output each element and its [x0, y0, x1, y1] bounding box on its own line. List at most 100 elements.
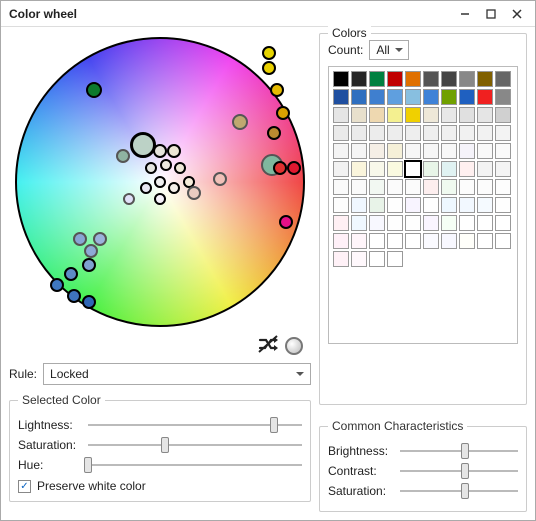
wheel-handle[interactable] — [167, 144, 181, 158]
wheel-handle[interactable] — [276, 106, 290, 120]
swatch[interactable] — [477, 197, 493, 213]
color-wheel[interactable] — [15, 37, 305, 327]
swatch[interactable] — [351, 251, 367, 267]
swatch[interactable] — [495, 143, 511, 159]
swatch[interactable] — [477, 71, 493, 87]
swatch[interactable] — [441, 197, 457, 213]
swatch[interactable] — [423, 71, 439, 87]
swatch[interactable] — [423, 125, 439, 141]
swatch[interactable] — [459, 215, 475, 231]
minimize-button[interactable] — [453, 5, 477, 23]
swatch[interactable] — [423, 233, 439, 249]
wheel-handle[interactable] — [123, 193, 135, 205]
wheel-handle[interactable] — [267, 126, 281, 140]
swatch[interactable] — [351, 179, 367, 195]
wheel-handle[interactable] — [270, 83, 284, 97]
swatch[interactable] — [333, 143, 349, 159]
swatch[interactable] — [369, 179, 385, 195]
wheel-handle[interactable] — [84, 244, 98, 258]
swatch[interactable] — [423, 89, 439, 105]
swatch[interactable] — [405, 161, 421, 177]
wheel-handle[interactable] — [174, 162, 186, 174]
swatch[interactable] — [495, 107, 511, 123]
swatch[interactable] — [441, 89, 457, 105]
wheel-handle[interactable] — [82, 295, 96, 309]
swatch[interactable] — [387, 197, 403, 213]
wheel-handle[interactable] — [187, 186, 201, 200]
wheel-handle[interactable] — [273, 161, 287, 175]
wheel-handle[interactable] — [160, 159, 172, 171]
swatch[interactable] — [405, 143, 421, 159]
swatch[interactable] — [441, 143, 457, 159]
wheel-handle[interactable] — [140, 182, 152, 194]
hue-slider[interactable] — [88, 457, 302, 473]
wheel-handle[interactable] — [153, 144, 167, 158]
swatch[interactable] — [369, 197, 385, 213]
swatch[interactable] — [405, 197, 421, 213]
shuffle-button[interactable] — [257, 334, 279, 357]
saturation-slider[interactable] — [88, 437, 302, 453]
swatch[interactable] — [495, 215, 511, 231]
swatch[interactable] — [495, 71, 511, 87]
swatch[interactable] — [405, 125, 421, 141]
count-select[interactable]: All — [369, 40, 408, 60]
swatch[interactable] — [333, 233, 349, 249]
swatch[interactable] — [441, 161, 457, 177]
swatch[interactable] — [369, 233, 385, 249]
swatch[interactable] — [477, 233, 493, 249]
wheel-handle[interactable] — [93, 232, 107, 246]
swatch[interactable] — [351, 125, 367, 141]
wheel-handle[interactable] — [262, 61, 276, 75]
swatch[interactable] — [477, 179, 493, 195]
swatch[interactable] — [459, 89, 475, 105]
swatch[interactable] — [477, 161, 493, 177]
swatch[interactable] — [333, 161, 349, 177]
swatch[interactable] — [477, 143, 493, 159]
swatch[interactable] — [387, 107, 403, 123]
swatch[interactable] — [369, 215, 385, 231]
swatch[interactable] — [369, 71, 385, 87]
swatch[interactable] — [459, 71, 475, 87]
swatch[interactable] — [459, 143, 475, 159]
swatch[interactable] — [459, 233, 475, 249]
swatch[interactable] — [387, 161, 403, 177]
swatch[interactable] — [495, 233, 511, 249]
wheel-handle[interactable] — [64, 267, 78, 281]
swatch[interactable] — [351, 71, 367, 87]
swatch[interactable] — [459, 161, 475, 177]
swatch[interactable] — [387, 71, 403, 87]
swatch[interactable] — [369, 107, 385, 123]
swatch[interactable] — [333, 215, 349, 231]
swatch[interactable] — [405, 179, 421, 195]
preserve-white-row[interactable]: ✓ Preserve white color — [18, 479, 302, 493]
swatch[interactable] — [369, 143, 385, 159]
swatch[interactable] — [441, 71, 457, 87]
wheel-handle[interactable] — [86, 82, 102, 98]
swatch[interactable] — [423, 107, 439, 123]
swatch[interactable] — [369, 89, 385, 105]
wheel-handle[interactable] — [154, 193, 166, 205]
swatch[interactable] — [351, 107, 367, 123]
contrast-slider[interactable] — [400, 463, 518, 479]
close-button[interactable] — [505, 5, 529, 23]
swatch[interactable] — [423, 161, 439, 177]
swatch[interactable] — [405, 107, 421, 123]
swatch[interactable] — [351, 89, 367, 105]
rule-select[interactable]: Locked — [43, 363, 311, 385]
wheel-handle[interactable] — [82, 258, 96, 272]
wheel-handle[interactable] — [154, 176, 166, 188]
swatch[interactable] — [495, 161, 511, 177]
wheel-handle[interactable] — [213, 172, 227, 186]
wheel-handle[interactable] — [67, 289, 81, 303]
swatch[interactable] — [423, 215, 439, 231]
wheel-handle[interactable] — [73, 232, 87, 246]
swatch[interactable] — [333, 125, 349, 141]
swatch[interactable] — [459, 125, 475, 141]
swatch[interactable] — [423, 179, 439, 195]
wheel-handle[interactable] — [130, 132, 156, 158]
swatch[interactable] — [333, 251, 349, 267]
wheel-handle[interactable] — [50, 278, 64, 292]
swatch[interactable] — [369, 161, 385, 177]
swatch[interactable] — [441, 215, 457, 231]
swatch[interactable] — [423, 143, 439, 159]
